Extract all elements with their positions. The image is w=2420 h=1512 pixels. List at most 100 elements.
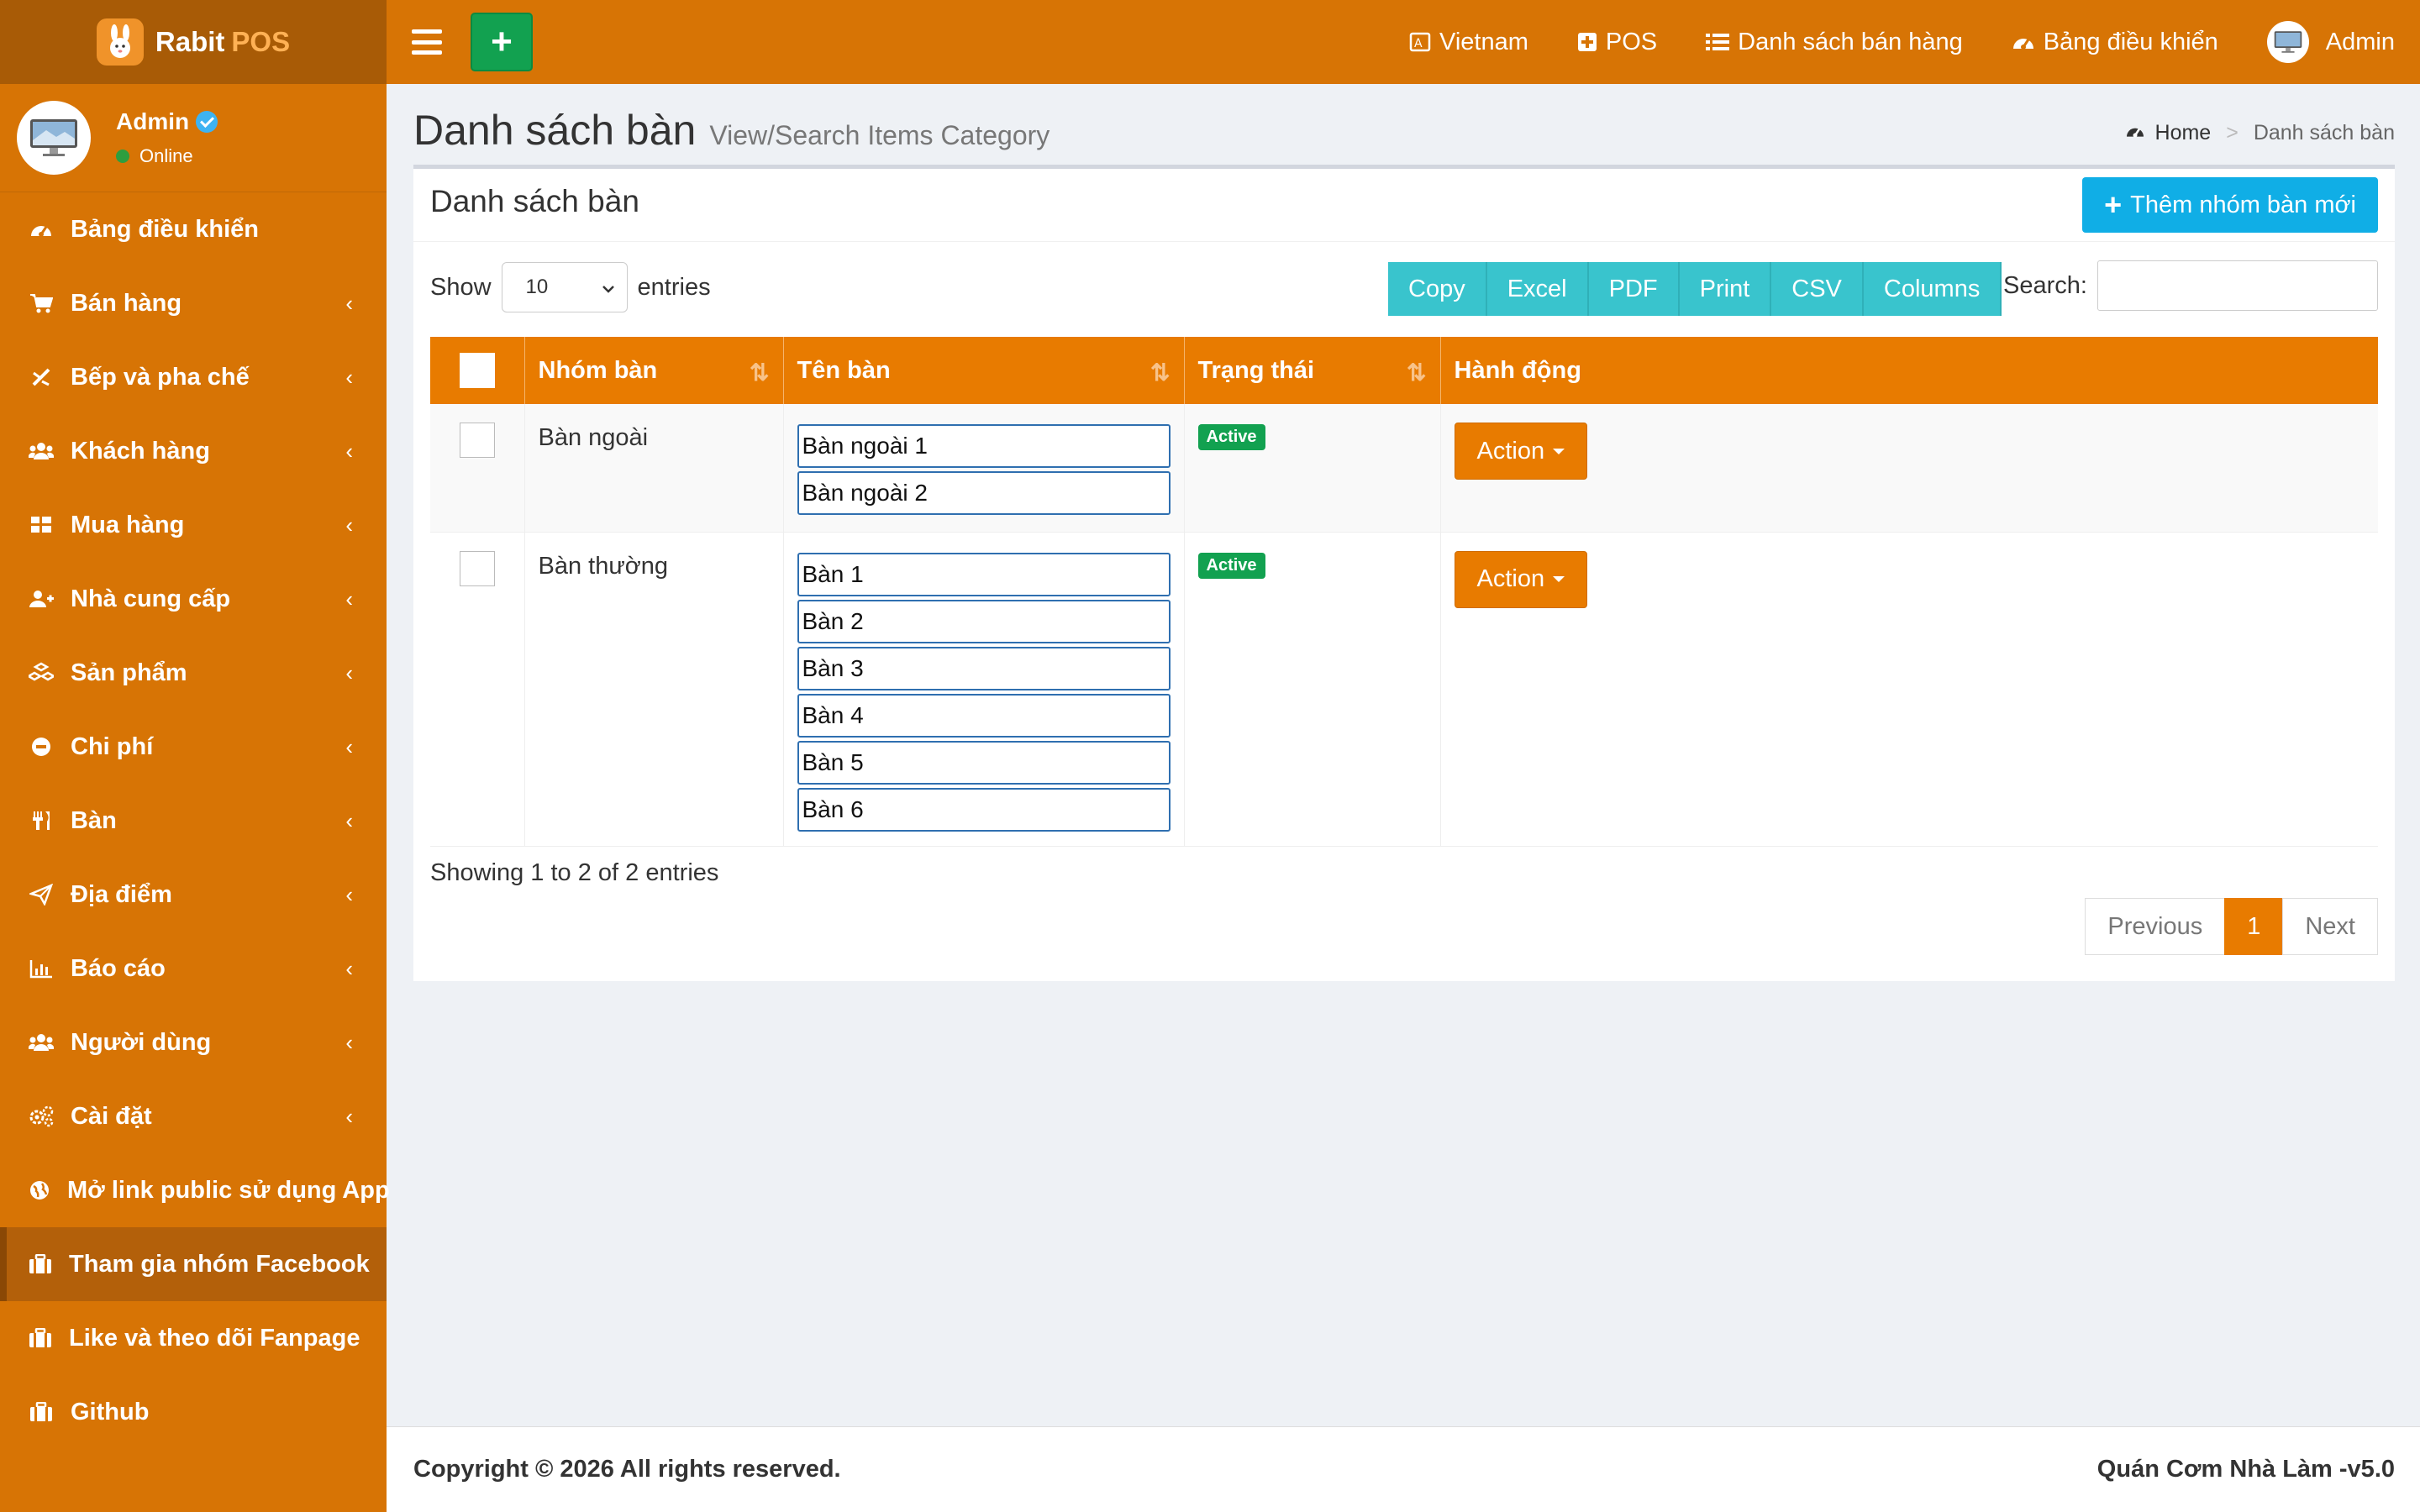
sidebar-item-6[interactable]: Sản phẩm ‹ bbox=[0, 636, 387, 710]
sidebar-item-label: Sản phẩm bbox=[71, 659, 187, 686]
column-header-name[interactable]: Tên bàn ⇅ bbox=[783, 337, 1185, 404]
dashboard-icon bbox=[29, 217, 54, 242]
export-button-csv[interactable]: CSV bbox=[1771, 262, 1864, 316]
sidebar-item-1[interactable]: Bán hàng ‹ bbox=[0, 266, 387, 340]
sidebar-item-label: Bếp và pha chế bbox=[71, 363, 250, 391]
sidebar-item-13[interactable]: Mở link public sử dụng App bbox=[0, 1153, 390, 1227]
sidebar-item-2[interactable]: Bếp và pha chế ‹ bbox=[0, 340, 387, 414]
sidebar-item-5[interactable]: Nhà cung cấp ‹ bbox=[0, 562, 387, 636]
sidebar: Rabit POS Admin Online Bảng điều khiển Bán bbox=[0, 0, 390, 1512]
table-names-cell: Bàn ngoài 1 Bàn ngoài 2 bbox=[783, 404, 1185, 533]
briefcase-icon bbox=[29, 1326, 52, 1351]
sidebar-item-9[interactable]: Địa điểm ‹ bbox=[0, 858, 387, 932]
sidebar-item-15[interactable]: Like và theo dõi Fanpage bbox=[0, 1301, 387, 1375]
chevron-left-icon: ‹ bbox=[345, 290, 353, 316]
sidebar-item-12[interactable]: Cài đặt ‹ bbox=[0, 1079, 387, 1153]
briefcase-icon bbox=[29, 1252, 52, 1277]
sidebar-item-label: Cài đặt bbox=[71, 1102, 152, 1130]
sidebar-item-10[interactable]: Báo cáo ‹ bbox=[0, 932, 387, 1005]
row-select-cell bbox=[430, 404, 525, 533]
previous-page-button[interactable]: Previous bbox=[2085, 898, 2226, 955]
table-row: Bàn ngoài Bàn ngoài 1 Bàn ngoài 2 Active Act… bbox=[430, 404, 2378, 533]
table-name-field[interactable]: Bàn 5 bbox=[797, 740, 1171, 785]
export-button-print[interactable]: Print bbox=[1679, 262, 1772, 316]
plus-square-icon bbox=[1577, 32, 1597, 52]
avatar bbox=[2266, 21, 2309, 63]
entries-select[interactable]: 10 bbox=[501, 262, 628, 312]
table-name-field[interactable]: Bàn 4 bbox=[797, 693, 1171, 738]
table-list-box: Danh sách bàn + Thêm nhóm bàn mới Show 1… bbox=[413, 165, 2395, 981]
next-page-button[interactable]: Next bbox=[2282, 898, 2378, 955]
sort-icon: ⇅ bbox=[750, 360, 770, 386]
chevron-left-icon: ‹ bbox=[345, 364, 353, 390]
caret-down-icon bbox=[1553, 448, 1565, 454]
box-header: Danh sách bàn + Thêm nhóm bàn mới bbox=[413, 169, 2395, 242]
admin-menu[interactable]: Admin bbox=[2266, 21, 2395, 63]
user-panel: Admin Online bbox=[0, 84, 387, 192]
user-status: Online bbox=[116, 145, 218, 167]
briefcase-icon bbox=[29, 1399, 54, 1425]
paper-plane-icon bbox=[29, 882, 54, 907]
export-button-columns[interactable]: Columns bbox=[1863, 262, 2002, 316]
group-name: Bàn ngoài bbox=[538, 424, 649, 451]
sort-icon: ⇅ bbox=[1150, 360, 1171, 386]
page-subtitle: View/Search Items Category bbox=[709, 120, 1050, 150]
list-icon bbox=[1706, 32, 1730, 52]
export-button-excel[interactable]: Excel bbox=[1486, 262, 1589, 316]
sidebar-item-14[interactable]: Tham gia nhóm Facebook bbox=[0, 1227, 387, 1301]
dashboard-icon bbox=[2012, 32, 2035, 52]
sidebar-item-16[interactable]: Github bbox=[0, 1375, 387, 1449]
group-cell: Bàn thường bbox=[524, 532, 784, 847]
sidebar-item-4[interactable]: Mua hàng ‹ bbox=[0, 488, 387, 562]
page-header: Danh sách bàn View/Search Items Category … bbox=[387, 84, 2420, 165]
table-name-field[interactable]: Bàn ngoài 1 bbox=[797, 424, 1171, 468]
sidebar-item-label: Bán hàng bbox=[71, 289, 182, 317]
select-all-checkbox[interactable] bbox=[459, 353, 495, 388]
language-menu[interactable]: A Vietnam bbox=[1409, 29, 1528, 56]
page-length-control: Show 10 entries bbox=[430, 262, 711, 312]
sales-list-link[interactable]: Danh sách bán hàng bbox=[1706, 29, 1963, 56]
menu-toggle-icon[interactable] bbox=[412, 29, 442, 55]
chevron-left-icon: ‹ bbox=[345, 512, 353, 538]
brand-logo[interactable]: Rabit POS bbox=[0, 0, 387, 84]
table-name-field[interactable]: Bàn ngoài 2 bbox=[797, 471, 1171, 515]
chevron-left-icon: ‹ bbox=[345, 585, 353, 612]
row-select-cell bbox=[430, 532, 525, 847]
chevron-left-icon: ‹ bbox=[345, 1103, 353, 1129]
action-dropdown-button[interactable]: Action bbox=[1454, 550, 1588, 608]
table-name-field[interactable]: Bàn 6 bbox=[797, 787, 1171, 832]
export-button-copy[interactable]: Copy bbox=[1388, 262, 1487, 316]
sort-icon: ⇅ bbox=[1407, 360, 1427, 386]
row-checkbox[interactable] bbox=[459, 550, 495, 586]
chevron-left-icon: ‹ bbox=[345, 807, 353, 833]
globe-icon bbox=[29, 1178, 50, 1203]
chevron-down-icon bbox=[602, 276, 615, 299]
table-name-field[interactable]: Bàn 3 bbox=[797, 646, 1171, 690]
sidebar-item-8[interactable]: Bàn ‹ bbox=[0, 784, 387, 858]
chevron-left-icon: ‹ bbox=[345, 881, 353, 907]
add-table-group-button[interactable]: + Thêm nhóm bàn mới bbox=[2082, 177, 2378, 233]
export-button-pdf[interactable]: PDF bbox=[1588, 262, 1680, 316]
search-input[interactable] bbox=[2097, 260, 2378, 311]
dashboard-link[interactable]: Bảng điều khiển bbox=[2012, 29, 2218, 56]
column-header-group[interactable]: Nhóm bàn ⇅ bbox=[524, 337, 784, 404]
row-checkbox[interactable] bbox=[459, 423, 495, 458]
action-dropdown-button[interactable]: Action bbox=[1454, 423, 1588, 480]
pos-link[interactable]: POS bbox=[1577, 29, 1657, 56]
user-plus-icon bbox=[29, 586, 54, 612]
table-name-field[interactable]: Bàn 1 bbox=[797, 552, 1171, 596]
minus-circle-icon bbox=[29, 734, 54, 759]
sidebar-item-label: Tham gia nhóm Facebook bbox=[69, 1250, 370, 1278]
sidebar-item-11[interactable]: Người dùng ‹ bbox=[0, 1005, 387, 1079]
quick-add-button[interactable]: + bbox=[471, 13, 533, 71]
page-1-button[interactable]: 1 bbox=[2224, 898, 2284, 955]
breadcrumb-home-link[interactable]: Home bbox=[2155, 121, 2212, 145]
kitchen-icon bbox=[29, 365, 54, 390]
group-name: Bàn thường bbox=[538, 552, 669, 580]
breadcrumb-current: Danh sách bàn bbox=[2253, 121, 2395, 144]
sidebar-item-0[interactable]: Bảng điều khiển bbox=[0, 192, 387, 266]
sidebar-item-7[interactable]: Chi phí ‹ bbox=[0, 710, 387, 784]
sidebar-item-3[interactable]: Khách hàng ‹ bbox=[0, 414, 387, 488]
table-name-field[interactable]: Bàn 2 bbox=[797, 599, 1171, 643]
column-header-status[interactable]: Trạng thái ⇅ bbox=[1184, 337, 1441, 404]
